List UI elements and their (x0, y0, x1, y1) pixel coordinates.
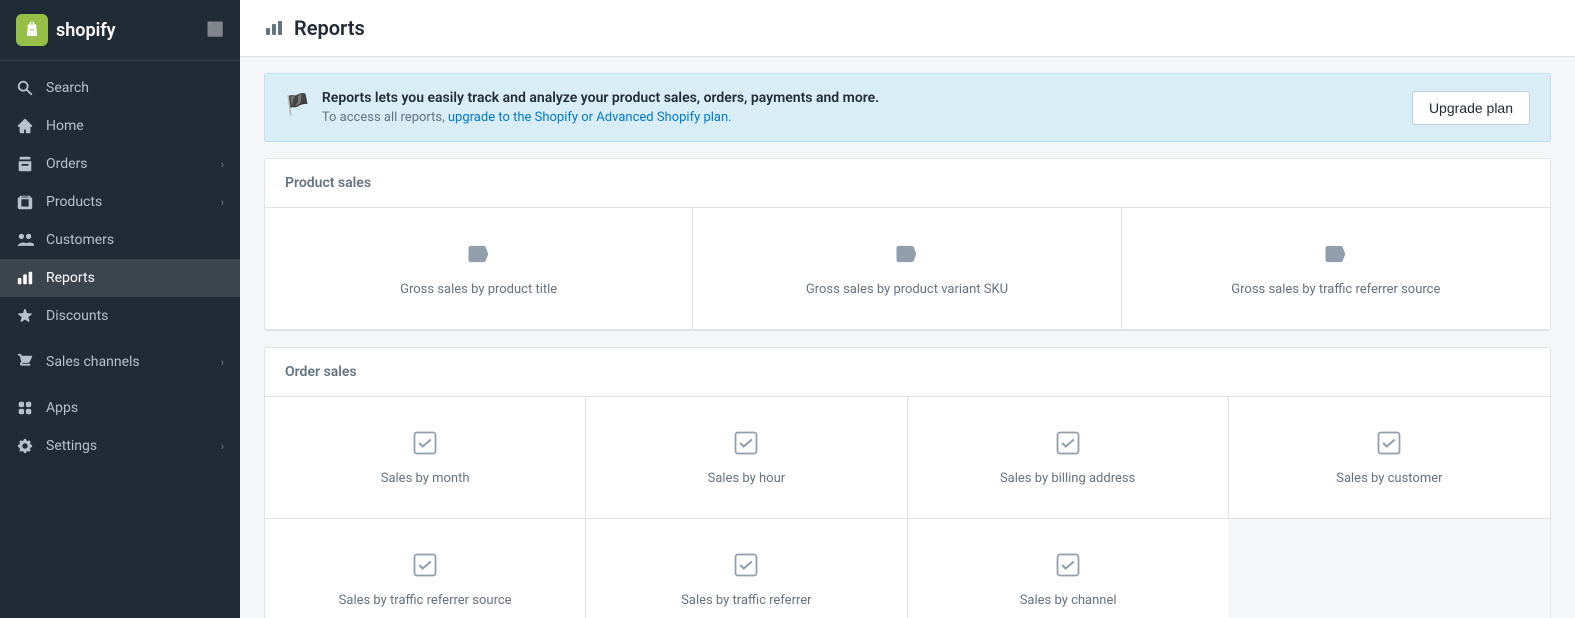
report-label-sales-by-month: Sales by month (381, 471, 470, 486)
logo-text: shopify (56, 20, 116, 41)
reports-header-icon (264, 18, 284, 38)
tag-icon-1 (465, 240, 493, 272)
report-card-sales-by-customer[interactable]: Sales by customer (1229, 397, 1550, 519)
report-label-sales-by-hour: Sales by hour (708, 471, 786, 486)
sidebar-item-settings[interactable]: Settings › (0, 427, 240, 465)
sales-channels-icon (16, 353, 34, 371)
report-card-sales-by-billing[interactable]: Sales by billing address (908, 397, 1229, 519)
banner-main-text: Reports lets you easily track and analyz… (322, 90, 879, 106)
checkbox-icon-2 (732, 429, 760, 461)
sidebar-item-sales-channels[interactable]: Sales channels › (0, 343, 240, 381)
report-card-sales-by-month[interactable]: Sales by month (265, 397, 586, 519)
main-content: Reports 🏴 Reports lets you easily track … (240, 0, 1575, 618)
sidebar-item-sales-channels-label: Sales channels (46, 354, 140, 370)
checkbox-icon-5 (411, 551, 439, 583)
product-sales-header: Product sales (265, 159, 1550, 208)
shopify-bag-icon (16, 14, 48, 46)
checkbox-icon-3 (1054, 429, 1082, 461)
sidebar-item-customers[interactable]: Customers (0, 221, 240, 259)
upgrade-plan-button[interactable]: Upgrade plan (1412, 91, 1530, 125)
sidebar-item-reports-label: Reports (46, 270, 95, 286)
report-card-sales-by-traffic-source[interactable]: Sales by traffic referrer source (265, 519, 586, 618)
report-label-sales-by-channel: Sales by channel (1020, 593, 1117, 608)
report-label-sales-by-customer: Sales by customer (1336, 471, 1442, 486)
sidebar-item-settings-label: Settings (46, 438, 97, 454)
report-label-sales-by-traffic-source: Sales by traffic referrer source (339, 593, 512, 608)
tag-icon-3 (1322, 240, 1350, 272)
products-icon (16, 193, 34, 211)
customers-icon (16, 231, 34, 249)
sidebar-item-discounts-label: Discounts (46, 308, 108, 324)
report-card-gross-by-sku[interactable]: Gross sales by product variant SKU (693, 208, 1121, 330)
page-header: Reports (240, 0, 1575, 57)
orders-icon (16, 155, 34, 173)
sidebar-logo: shopify ⬜ (0, 0, 240, 61)
apps-icon (16, 399, 34, 417)
report-card-gross-by-referrer[interactable]: Gross sales by traffic referrer source (1122, 208, 1550, 330)
sidebar-item-discounts[interactable]: Discounts (0, 297, 240, 335)
report-card-sales-by-hour[interactable]: Sales by hour (586, 397, 907, 519)
home-icon (16, 117, 34, 135)
report-card-empty (1229, 519, 1550, 618)
report-card-sales-by-channel[interactable]: Sales by channel (908, 519, 1229, 618)
logo-left: shopify (16, 14, 116, 46)
discounts-icon (16, 307, 34, 325)
settings-icon (16, 437, 34, 455)
product-sales-section: Product sales Gross sales by product tit… (264, 158, 1551, 331)
sidebar-item-apps[interactable]: Apps (0, 389, 240, 427)
order-sales-section: Order sales Sales by month Sales by hour (264, 347, 1551, 618)
order-sales-header: Order sales (265, 348, 1550, 397)
report-card-gross-by-title[interactable]: Gross sales by product title (265, 208, 693, 330)
banner-left: 🏴 Reports lets you easily track and anal… (285, 90, 879, 125)
banner-flag-icon: 🏴 (285, 92, 310, 116)
report-label-gross-by-referrer: Gross sales by traffic referrer source (1231, 282, 1440, 297)
sidebar-item-products-label: Products (46, 194, 102, 210)
report-label-gross-by-sku: Gross sales by product variant SKU (806, 282, 1008, 297)
reports-icon (16, 269, 34, 287)
order-sales-grid-row2: Sales by traffic referrer source Sales b… (265, 519, 1550, 618)
page-title: Reports (294, 16, 365, 40)
upgrade-banner: 🏴 Reports lets you easily track and anal… (264, 73, 1551, 142)
tag-icon-2 (893, 240, 921, 272)
sidebar-item-reports[interactable]: Reports (0, 259, 240, 297)
sidebar-item-customers-label: Customers (46, 232, 114, 248)
external-link-icon[interactable]: ⬜ (207, 22, 224, 38)
checkbox-icon-6 (732, 551, 760, 583)
sidebar-item-search[interactable]: Search (0, 69, 240, 107)
products-chevron-icon: › (221, 196, 224, 209)
sidebar-item-search-label: Search (46, 80, 89, 96)
checkbox-icon-1 (411, 429, 439, 461)
sales-channels-chevron-icon: › (221, 356, 224, 369)
report-label-gross-by-title: Gross sales by product title (400, 282, 557, 297)
search-icon (16, 79, 34, 97)
product-sales-grid: Gross sales by product title Gross sales… (265, 208, 1550, 330)
banner-text: Reports lets you easily track and analyz… (322, 90, 879, 125)
sidebar-item-home[interactable]: Home (0, 107, 240, 145)
sidebar-item-home-label: Home (46, 118, 84, 134)
sidebar-item-apps-label: Apps (46, 400, 78, 416)
banner-sub-text: To access all reports, upgrade to the Sh… (322, 110, 879, 125)
bag-svg (22, 20, 42, 40)
order-sales-grid-row1: Sales by month Sales by hour Sales by bi… (265, 397, 1550, 519)
report-label-sales-by-billing: Sales by billing address (1000, 471, 1135, 486)
sidebar-item-orders-label: Orders (46, 156, 88, 172)
sidebar-item-products[interactable]: Products › (0, 183, 240, 221)
sidebar-nav: Search Home Orders › Products › Customer… (0, 61, 240, 618)
report-label-sales-by-traffic: Sales by traffic referrer (681, 593, 811, 608)
content-area: Product sales Gross sales by product tit… (240, 142, 1575, 618)
orders-chevron-icon: › (221, 158, 224, 171)
settings-chevron-icon: › (221, 440, 224, 453)
checkbox-icon-7 (1054, 551, 1082, 583)
report-card-sales-by-traffic[interactable]: Sales by traffic referrer (586, 519, 907, 618)
upgrade-link[interactable]: upgrade to the Shopify or Advanced Shopi… (448, 110, 732, 125)
checkbox-icon-4 (1375, 429, 1403, 461)
sidebar: shopify ⬜ Search Home Orders › Products … (0, 0, 240, 618)
sidebar-item-orders[interactable]: Orders › (0, 145, 240, 183)
